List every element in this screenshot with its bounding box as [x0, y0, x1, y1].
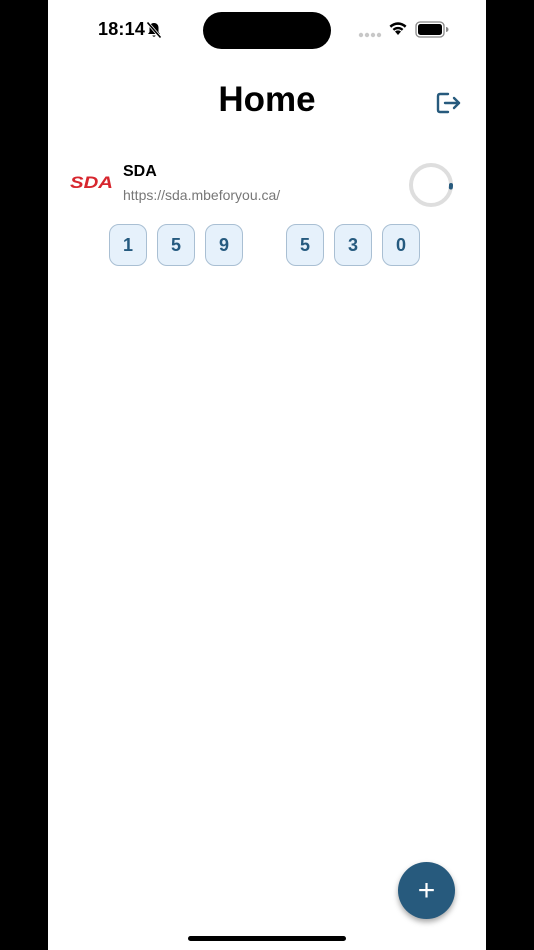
code-digit: 1 — [109, 224, 147, 266]
status-time: 18:14 — [98, 19, 146, 39]
signal-icon — [358, 32, 382, 38]
account-name: SDA — [123, 163, 157, 180]
dynamic-island — [203, 12, 331, 49]
add-account-button[interactable]: + — [398, 862, 455, 919]
logout-icon — [436, 92, 461, 114]
logout-button[interactable] — [434, 88, 464, 118]
app-screen: 18:14 Home SDA SDA https://sda.mbeforyou… — [48, 0, 486, 950]
code-digit: 9 — [205, 224, 243, 266]
page-title: Home — [218, 80, 316, 119]
sda-logo: SDA — [70, 173, 113, 192]
svg-text:SDA: SDA — [70, 173, 113, 192]
otp-code[interactable]: 1 5 9 5 3 0 — [109, 224, 430, 266]
bell-muted-icon — [146, 21, 162, 39]
account-row[interactable]: SDA SDA https://sda.mbeforyou.ca/ 1 5 9 … — [48, 150, 486, 280]
account-url: https://sda.mbeforyou.ca/ — [123, 187, 281, 203]
code-digit: 5 — [286, 224, 324, 266]
wifi-icon — [389, 22, 407, 35]
code-digit: 5 — [157, 224, 195, 266]
code-digit: 3 — [334, 224, 372, 266]
battery-icon — [415, 21, 449, 38]
code-digit: 0 — [382, 224, 420, 266]
home-indicator[interactable] — [188, 936, 346, 941]
countdown-timer — [409, 163, 453, 207]
